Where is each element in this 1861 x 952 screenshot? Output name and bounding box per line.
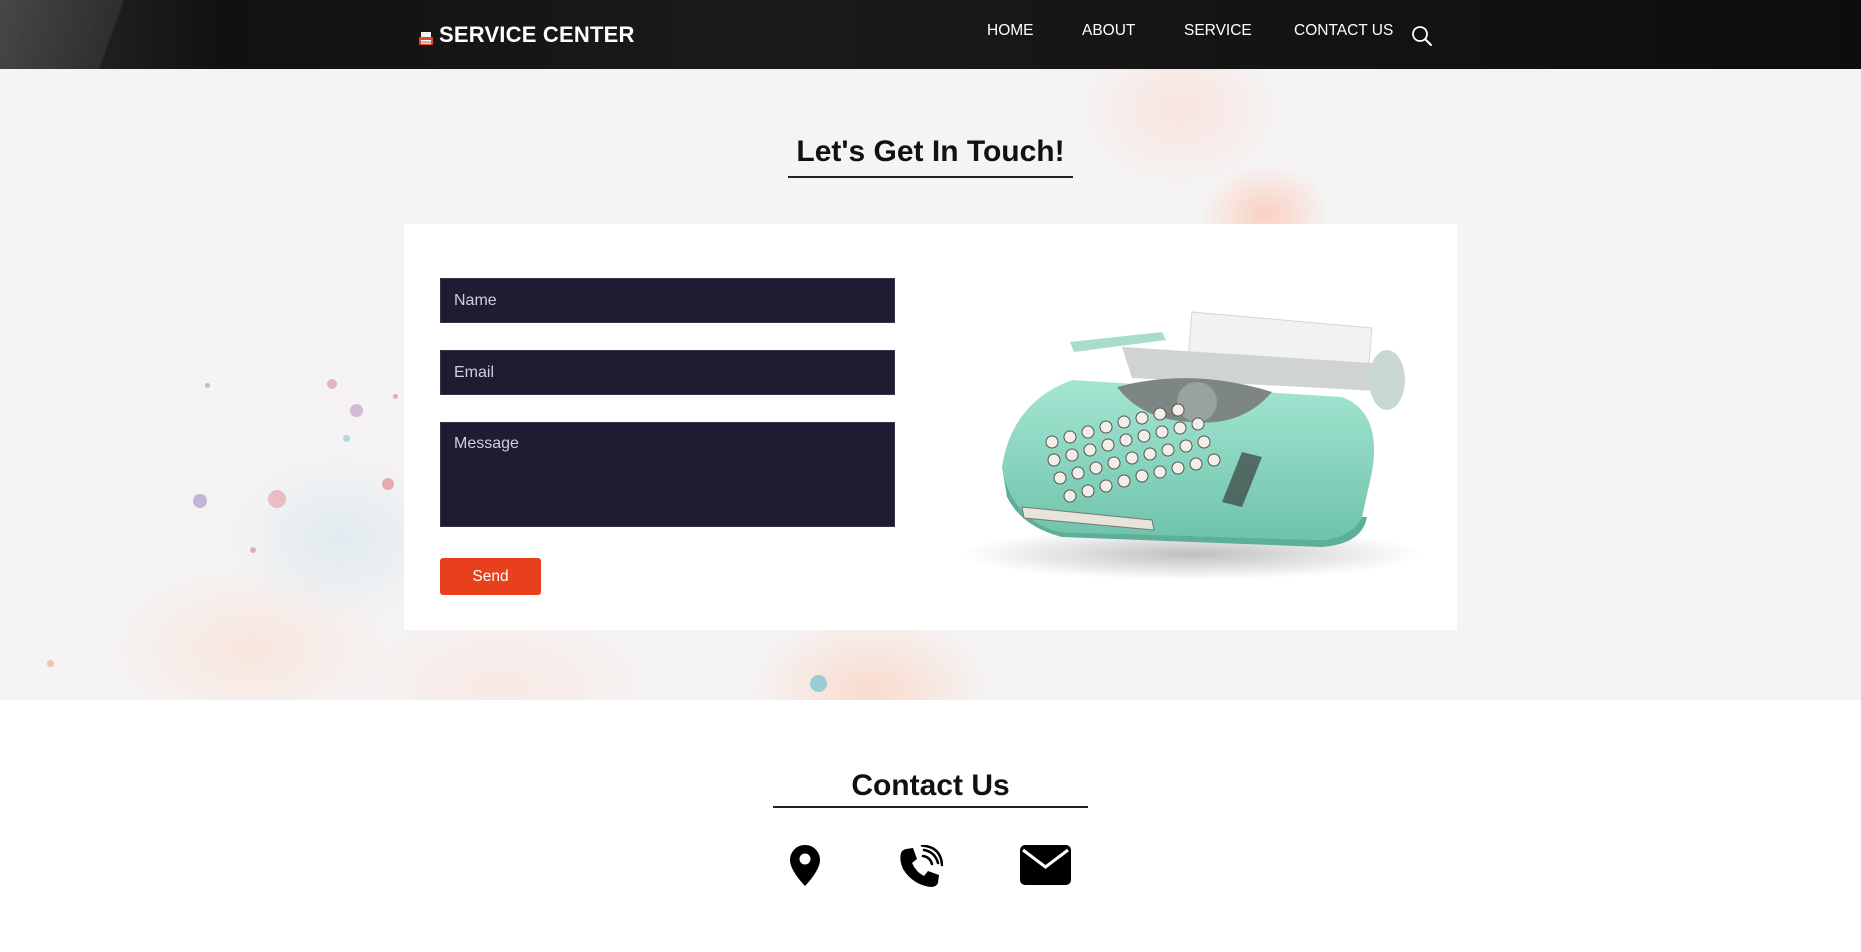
paint-splatter bbox=[350, 404, 363, 417]
nav-contact-us[interactable]: CONTACT US bbox=[1294, 22, 1393, 40]
envelope-icon[interactable] bbox=[1020, 845, 1071, 890]
paint-splatter bbox=[393, 394, 398, 399]
paint-splatter bbox=[47, 660, 54, 667]
contact-title: Contact Us bbox=[851, 769, 1010, 802]
message-field[interactable] bbox=[440, 422, 895, 527]
paint-splatter bbox=[343, 435, 350, 442]
page-title: Let's Get In Touch! bbox=[796, 135, 1065, 168]
title-underline bbox=[788, 176, 1073, 178]
paint-splatter bbox=[205, 383, 210, 388]
site-header: SERVICE CENTER HOME ABOUT SERVICE CONTAC… bbox=[0, 0, 1861, 69]
paint-splatter bbox=[268, 490, 286, 508]
contact-title-underline bbox=[773, 806, 1088, 808]
nav-service[interactable]: SERVICE bbox=[1184, 22, 1252, 40]
paint-splatter bbox=[193, 494, 207, 508]
paint-splatter bbox=[382, 478, 394, 490]
location-pin-icon[interactable] bbox=[790, 845, 820, 891]
search-icon[interactable] bbox=[1411, 25, 1433, 47]
contact-form-section: Let's Get In Touch! Send bbox=[0, 69, 1861, 700]
paint-splatter bbox=[250, 547, 256, 553]
email-field[interactable] bbox=[440, 350, 895, 395]
typewriter-image bbox=[962, 311, 1422, 580]
main-nav: HOME ABOUT SERVICE CONTACT US bbox=[0, 22, 1861, 48]
paint-splatter bbox=[327, 379, 337, 389]
paint-splatter bbox=[810, 675, 827, 692]
phone-icon[interactable] bbox=[898, 844, 944, 893]
nav-about[interactable]: ABOUT bbox=[1082, 22, 1135, 40]
name-field[interactable] bbox=[440, 278, 895, 323]
nav-home[interactable]: HOME bbox=[987, 22, 1034, 40]
form-card: Send bbox=[404, 224, 1457, 630]
send-button[interactable]: Send bbox=[440, 558, 541, 595]
